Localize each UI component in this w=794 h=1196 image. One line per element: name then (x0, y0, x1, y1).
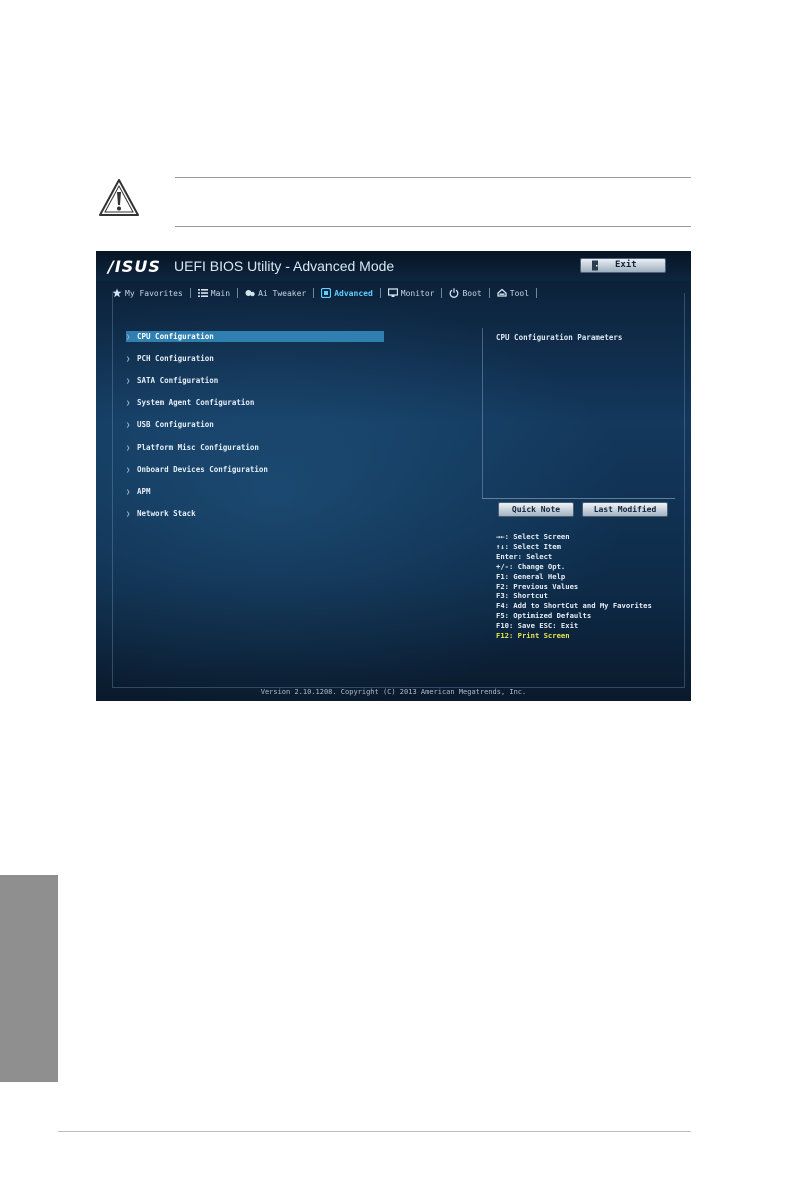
menu-item-network-stack[interactable]: ❯ Network Stack (126, 508, 196, 519)
tab-label: Ai Tweaker (258, 288, 307, 298)
key-hint: F10: Save ESC: Exit (496, 621, 579, 631)
help-panel (482, 328, 676, 498)
tab-separator (379, 288, 381, 298)
chevron-right-icon: ❯ (126, 376, 131, 385)
key-hint: F1: General Help (496, 571, 566, 581)
key-hint: F3: Shortcut (496, 591, 548, 601)
notice-top-rule (175, 177, 691, 178)
chevron-right-icon: ❯ (126, 354, 131, 363)
tab-advanced[interactable]: Advanced (317, 284, 377, 302)
tab-separator (189, 288, 191, 298)
menu-item-pch-configuration[interactable]: ❯ PCH Configuration (126, 353, 214, 364)
key-hint: →←: Select Screen (496, 532, 570, 541)
menu-item-label: Platform Misc Configuration (137, 443, 259, 452)
chapter-side-tab (0, 875, 58, 1082)
tab-label: My Favorites (125, 288, 183, 298)
tab-label: Main (210, 288, 231, 298)
chevron-right-icon: ❯ (126, 443, 131, 452)
monitor-icon (387, 288, 398, 297)
menu-item-cpu-configuration[interactable]: ❯ CPU Configuration (126, 331, 384, 342)
menu-item-label: APM (137, 487, 151, 496)
menu-item-label: PCH Configuration (137, 354, 214, 363)
chevron-right-icon: ❯ (126, 398, 131, 407)
tab-monitor[interactable]: Monitor (384, 284, 439, 302)
quick-note-button[interactable]: Quick Note (498, 502, 574, 517)
advanced-icon (321, 288, 332, 298)
star-icon (112, 288, 122, 298)
tab-tool[interactable]: Tool (493, 284, 533, 302)
key-hint: +/-: Change Opt. (496, 561, 566, 571)
tab-boot[interactable]: Boot (445, 284, 485, 302)
bios-screen: /ISUS UEFI BIOS Utility - Advanced Mode … (96, 251, 691, 701)
tool-icon (497, 288, 507, 297)
last-modified-button[interactable]: Last Modified (582, 502, 668, 517)
key-hint: F4: Add to ShortCut and My Favorites (496, 601, 652, 611)
key-hint-print-screen: F12: Print Screen (496, 631, 570, 641)
list-icon (197, 289, 208, 297)
menu-item-platform-misc-configuration[interactable]: ❯ Platform Misc Configuration (126, 442, 259, 453)
chevron-right-icon: ❯ (126, 420, 131, 429)
warning-icon (99, 179, 139, 216)
tab-label: Tool (509, 288, 530, 298)
power-icon (450, 288, 459, 298)
chevron-right-icon: ❯ (126, 465, 131, 474)
tweaker-icon (245, 290, 255, 297)
chevron-right-icon: ❯ (126, 332, 131, 341)
key-hint: Enter: Select (496, 551, 553, 561)
menu-item-label: Onboard Devices Configuration (137, 465, 268, 474)
menu-item-system-agent-configuration[interactable]: ❯ System Agent Configuration (126, 397, 254, 408)
tab-label: Boot (462, 288, 482, 298)
chevron-right-icon: ❯ (126, 509, 131, 518)
page-footer-rule (58, 1131, 691, 1132)
key-hint: F2: Previous Values (496, 581, 579, 591)
tab-separator (237, 288, 239, 298)
tab-separator (441, 288, 443, 298)
tab-separator (488, 288, 490, 298)
tab-separator (536, 288, 538, 298)
key-hint: F5: Optimized Defaults (496, 611, 592, 621)
menu-item-label: Network Stack (137, 509, 196, 518)
menu-item-sata-configuration[interactable]: ❯ SATA Configuration (126, 375, 218, 386)
version-footer: Version 2.10.1208. Copyright (C) 2013 Am… (260, 688, 527, 696)
tab-ai-tweaker[interactable]: Ai Tweaker (241, 284, 310, 302)
tab-my-favorites[interactable]: My Favorites (108, 284, 187, 302)
menu-item-label: SATA Configuration (137, 376, 219, 385)
tab-label: Advanced (334, 288, 373, 298)
tab-separator (313, 288, 315, 298)
menu-item-label: USB Configuration (137, 420, 214, 429)
item-description: CPU Configuration Parameters (496, 333, 623, 342)
tab-label: Monitor (400, 288, 435, 298)
key-legend: →←: Select Screen ↑↓: Select Item Enter:… (496, 532, 652, 641)
exit-label: Exit (615, 260, 637, 270)
title-bar: /ISUS UEFI BIOS Utility - Advanced Mode … (96, 251, 691, 281)
menu-item-label: System Agent Configuration (137, 398, 255, 407)
tab-main[interactable]: Main (194, 284, 234, 302)
help-panel-divider (482, 498, 675, 499)
menu-item-apm[interactable]: ❯ APM (126, 486, 151, 497)
window-title: UEFI BIOS Utility - Advanced Mode (174, 258, 395, 274)
menu-item-label: CPU Configuration (137, 332, 214, 341)
asus-logo: /ISUS (108, 257, 161, 276)
key-hint: ↑↓: Select Item (496, 541, 561, 551)
chevron-right-icon: ❯ (126, 487, 131, 496)
notice-bottom-rule (175, 226, 691, 227)
exit-button[interactable]: Exit (580, 258, 666, 273)
exit-door-icon (592, 260, 598, 271)
menu-item-usb-configuration[interactable]: ❯ USB Configuration (126, 419, 214, 430)
menu-item-onboard-devices-configuration[interactable]: ❯ Onboard Devices Configuration (126, 464, 268, 475)
tab-bar: My Favorites Main Ai Tweaker Advanced Mo… (108, 282, 608, 304)
